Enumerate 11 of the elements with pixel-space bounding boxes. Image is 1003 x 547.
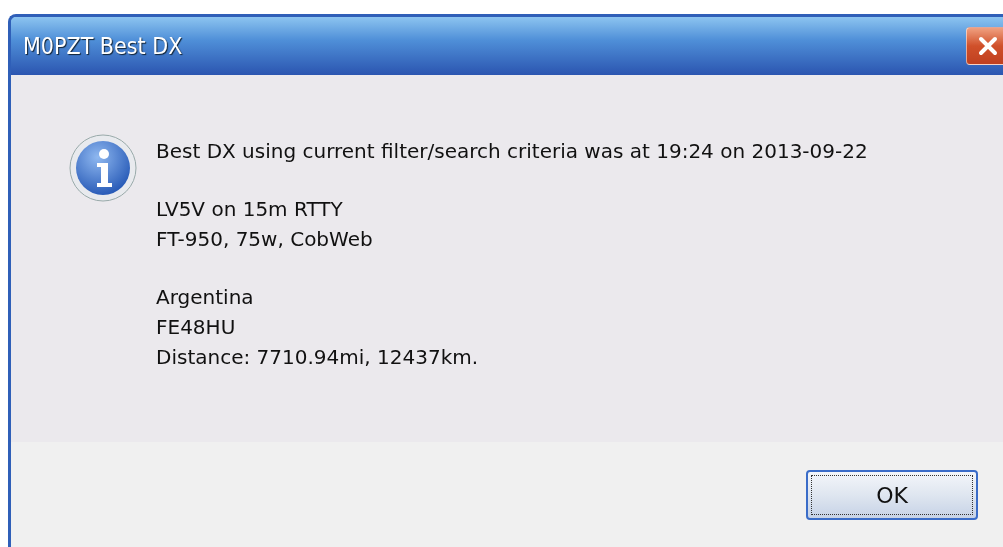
close-button[interactable] xyxy=(966,27,1003,65)
message-line: Best DX using current filter/search criteria was at 19:24 on 2013-09-22 xyxy=(156,139,868,163)
message-line: LV5V on 15m RTTY xyxy=(156,197,344,221)
ok-button[interactable]: OK xyxy=(806,470,978,520)
message-line: FE48HU xyxy=(156,315,237,339)
close-icon xyxy=(977,35,999,57)
message-line: Distance: 7710.94mi, 12437km. xyxy=(156,345,480,369)
message-line: Argentina xyxy=(156,285,255,309)
window-title: M0PZT Best DX xyxy=(23,33,183,59)
info-icon xyxy=(68,133,138,203)
message-line: FT-950, 75w, CobWeb xyxy=(156,227,374,251)
